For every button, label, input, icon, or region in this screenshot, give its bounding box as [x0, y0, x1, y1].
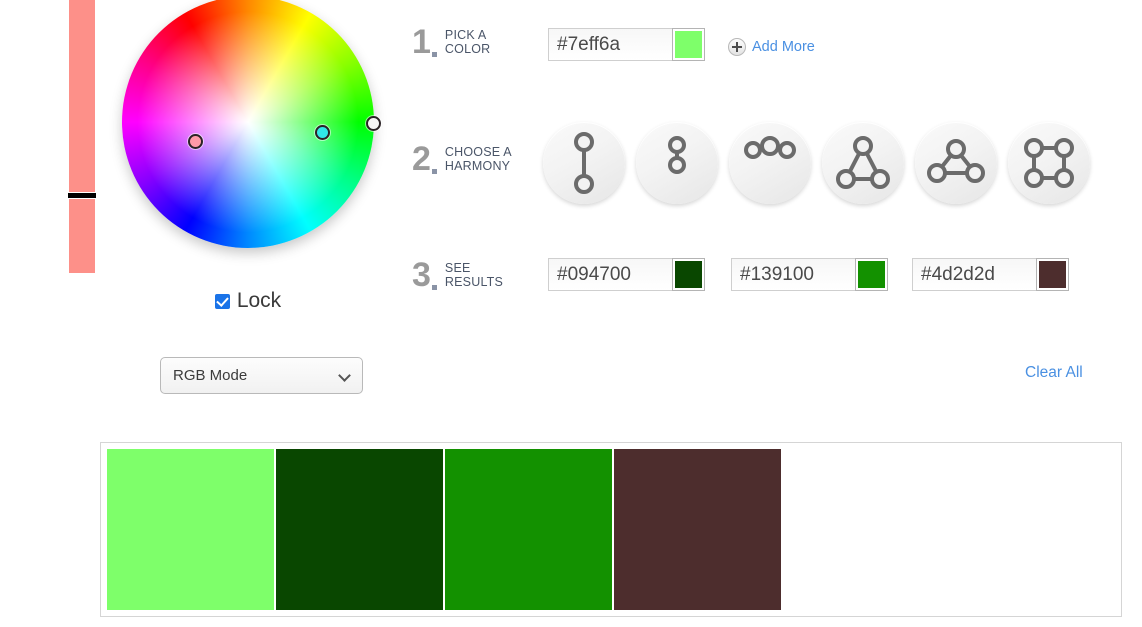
complementary-icon [574, 132, 594, 194]
step-number: 3 [412, 258, 437, 292]
step-choose-a-harmony: 2 CHOOSE A HARMONY [412, 142, 512, 176]
result-hex-input[interactable]: #139100 [731, 258, 855, 291]
pick-color-swatch[interactable] [672, 28, 705, 61]
chevron-down-icon [338, 369, 351, 382]
palette-swatch[interactable] [107, 449, 274, 610]
split-complementary-icon [927, 139, 985, 183]
analogous-icon [668, 136, 686, 174]
lock-label: Lock [236, 289, 282, 312]
palette-swatch[interactable] [445, 449, 612, 610]
lock-control[interactable]: Lock [122, 289, 374, 313]
wheel-marker-1[interactable] [188, 134, 203, 149]
triad-icon [836, 136, 890, 189]
harmony-option-tetrad[interactable] [1008, 122, 1090, 204]
clear-all-link[interactable]: Clear All [1025, 364, 1083, 382]
step-pick-a-color: 1 PICK A COLOR [412, 25, 490, 59]
brightness-slider-track[interactable] [69, 0, 95, 273]
triad-linear-icon [744, 136, 796, 159]
harmony-option-triad-linear[interactable] [729, 122, 811, 204]
result-color-swatch[interactable] [1036, 258, 1069, 291]
tetrad-icon [1024, 138, 1074, 188]
color-mode-value: RGB Mode [173, 367, 248, 384]
result-hex-input[interactable]: #4d2d2d [912, 258, 1036, 291]
palette-preview [100, 442, 1122, 617]
add-more-label: Add More [752, 39, 815, 55]
step-label: CHOOSE A HARMONY [444, 145, 512, 173]
color-mode-select[interactable]: RGB Mode [160, 357, 363, 394]
result-hex-input[interactable]: #094700 [548, 258, 672, 291]
palette-swatch-list [107, 449, 1115, 610]
result-color-field[interactable]: #094700 [548, 258, 705, 291]
harmony-options [543, 122, 1090, 204]
color-picker-app: Lock RGB Mode 1 PICK A COLOR #7eff6a Add… [0, 0, 1142, 627]
harmony-option-triad[interactable] [822, 122, 904, 204]
wheel-marker-2[interactable] [315, 125, 330, 140]
harmony-option-split-complementary[interactable] [915, 122, 997, 204]
step-number: 2 [412, 142, 437, 176]
pick-color-field[interactable]: #7eff6a [548, 28, 705, 61]
wheel-marker-3[interactable] [366, 116, 381, 131]
lock-checkbox[interactable] [214, 293, 230, 309]
result-color-swatch[interactable] [672, 258, 705, 291]
harmony-option-analogous[interactable] [636, 122, 718, 204]
result-color-field[interactable]: #139100 [731, 258, 888, 291]
step-label: PICK A COLOR [444, 28, 491, 56]
brightness-slider-handle[interactable] [68, 192, 96, 199]
palette-swatch[interactable] [276, 449, 443, 610]
step-number: 1 [412, 25, 437, 59]
color-wheel-surface[interactable] [122, 0, 374, 248]
palette-swatch[interactable] [614, 449, 781, 610]
result-color-swatch[interactable] [855, 258, 888, 291]
color-wheel[interactable] [122, 0, 381, 248]
step-see-results: 3 SEE RESULTS [412, 258, 503, 292]
pick-hex-input[interactable]: #7eff6a [548, 28, 672, 61]
add-more-button[interactable]: Add More [728, 38, 815, 56]
harmony-option-complementary[interactable] [543, 122, 625, 204]
step-label: SEE RESULTS [444, 261, 504, 289]
result-color-field[interactable]: #4d2d2d [912, 258, 1069, 291]
plus-circle-icon [728, 38, 746, 56]
